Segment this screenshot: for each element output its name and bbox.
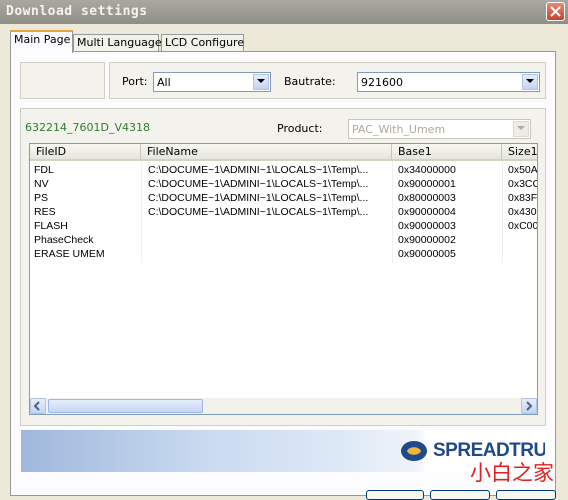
- cell-size1: [504, 247, 537, 261]
- chevron-down-icon[interactable]: [522, 74, 538, 90]
- cell-base1: 0x90000005: [398, 248, 456, 260]
- empty-group-box: [20, 62, 105, 99]
- connection-group-box: Port: All Bautrate: 921600: [109, 62, 546, 99]
- baudrate-value: 921600: [361, 76, 403, 89]
- cell-size1: [504, 233, 537, 247]
- table-row[interactable]: FDL C:\DOCUME~1\ADMINI~1\LOCALS~1\Temp\.…: [30, 163, 538, 177]
- baudrate-label: Bautrate:: [284, 75, 336, 88]
- cell-size1: 0x4308: [508, 206, 537, 218]
- tab-main-page[interactable]: Main Page: [10, 30, 73, 53]
- cell-filename: C:\DOCUME~1\ADMINI~1\LOCALS~1\Temp\...: [148, 164, 369, 176]
- window-title: Download settings: [6, 4, 148, 19]
- cell-filename: [144, 219, 392, 233]
- close-button[interactable]: [546, 2, 565, 21]
- cell-base1: 0x90000003: [398, 220, 456, 232]
- version-label: 632214_7601D_V4318: [25, 121, 150, 134]
- port-value: All: [157, 76, 171, 89]
- cell-filename: C:\DOCUME~1\ADMINI~1\LOCALS~1\Temp\...: [148, 206, 369, 218]
- product-label: Product:: [277, 122, 323, 135]
- chevron-down-icon[interactable]: [253, 74, 269, 90]
- cell-fileid: FDL: [34, 164, 54, 176]
- cell-base1: 0x90000001: [398, 178, 456, 190]
- port-label: Port:: [122, 75, 148, 88]
- cell-fileid: FLASH: [34, 220, 68, 232]
- chevron-down-icon: [513, 121, 529, 137]
- main-page-panel: Port: All Bautrate: 921600 632214_7601D_…: [10, 51, 556, 496]
- cell-filename: C:\DOCUME~1\ADMINI~1\LOCALS~1\Temp\...: [148, 178, 369, 190]
- tab-multi-languages[interactable]: Multi Languages: [73, 34, 167, 52]
- cell-size1: 0x83FD: [508, 192, 538, 204]
- cancel-button[interactable]: [430, 490, 490, 500]
- column-header-base1[interactable]: Base1: [392, 144, 502, 161]
- column-header-filename[interactable]: FileName: [141, 144, 392, 161]
- cell-fileid: NV: [34, 178, 49, 190]
- chevron-left-icon: [33, 401, 40, 411]
- cell-base1: 0x90000002: [398, 234, 456, 246]
- cell-base1: 0x90000004: [398, 206, 456, 218]
- scroll-right-button[interactable]: [521, 398, 537, 414]
- cell-filename: [144, 233, 392, 247]
- table-row[interactable]: PhaseCheck 0x90000002: [30, 233, 537, 247]
- product-select: PAC_With_Umem: [348, 119, 531, 139]
- table-row[interactable]: NV C:\DOCUME~1\ADMINI~1\LOCALS~1\Temp\..…: [30, 177, 537, 191]
- tab-label: Multi Languages: [77, 36, 168, 49]
- product-value: PAC_With_Umem: [352, 123, 446, 136]
- table-row[interactable]: ERASE UMEM 0x90000005: [30, 247, 537, 261]
- cell-size1: 0x50A0: [508, 164, 538, 176]
- cell-fileid: RES: [34, 206, 56, 218]
- tab-label: Main Page: [14, 33, 71, 46]
- cell-size1: 0x3CC0: [508, 178, 537, 190]
- cell-filename: C:\DOCUME~1\ADMINI~1\LOCALS~1\Temp\...: [148, 192, 369, 204]
- chevron-right-icon: [526, 401, 533, 411]
- port-select[interactable]: All: [153, 72, 271, 92]
- column-header-size1[interactable]: Size1: [502, 144, 537, 161]
- tab-label: LCD Configure: [165, 36, 245, 49]
- cell-fileid: ERASE UMEM: [34, 248, 105, 260]
- watermark-text: 小白之家: [470, 461, 554, 485]
- spreadtrum-logo-icon: [401, 441, 427, 461]
- title-bar[interactable]: Download settings: [0, 0, 568, 24]
- cell-base1: 0x34000000: [398, 164, 456, 176]
- horizontal-scrollbar[interactable]: [30, 398, 537, 414]
- tab-lcd-configure[interactable]: LCD Configure: [161, 34, 244, 52]
- cell-filename: [144, 247, 392, 261]
- baudrate-select[interactable]: 921600: [357, 72, 540, 92]
- file-list[interactable]: FileID FileName Base1 Size1 FDL C:\DOCUM…: [29, 143, 538, 415]
- apply-button[interactable]: [496, 490, 556, 500]
- table-row[interactable]: RES C:\DOCUME~1\ADMINI~1\LOCALS~1\Temp\.…: [30, 205, 537, 219]
- cell-fileid: PS: [34, 192, 49, 204]
- table-row[interactable]: FLASH 0x90000003 0xC000: [30, 219, 538, 233]
- cell-size1: 0xC000: [508, 220, 538, 232]
- scroll-left-button[interactable]: [30, 398, 46, 414]
- scroll-thumb[interactable]: [48, 399, 203, 413]
- cell-fileid: PhaseCheck: [34, 234, 94, 246]
- ok-button[interactable]: [366, 490, 424, 500]
- close-icon: [550, 6, 561, 17]
- column-header-fileid[interactable]: FileID: [30, 144, 141, 161]
- table-row[interactable]: PS C:\DOCUME~1\ADMINI~1\LOCALS~1\Temp\..…: [30, 191, 538, 205]
- cell-base1: 0x80000003: [398, 192, 456, 204]
- brand-banner: SPREADTRUM: [21, 430, 545, 472]
